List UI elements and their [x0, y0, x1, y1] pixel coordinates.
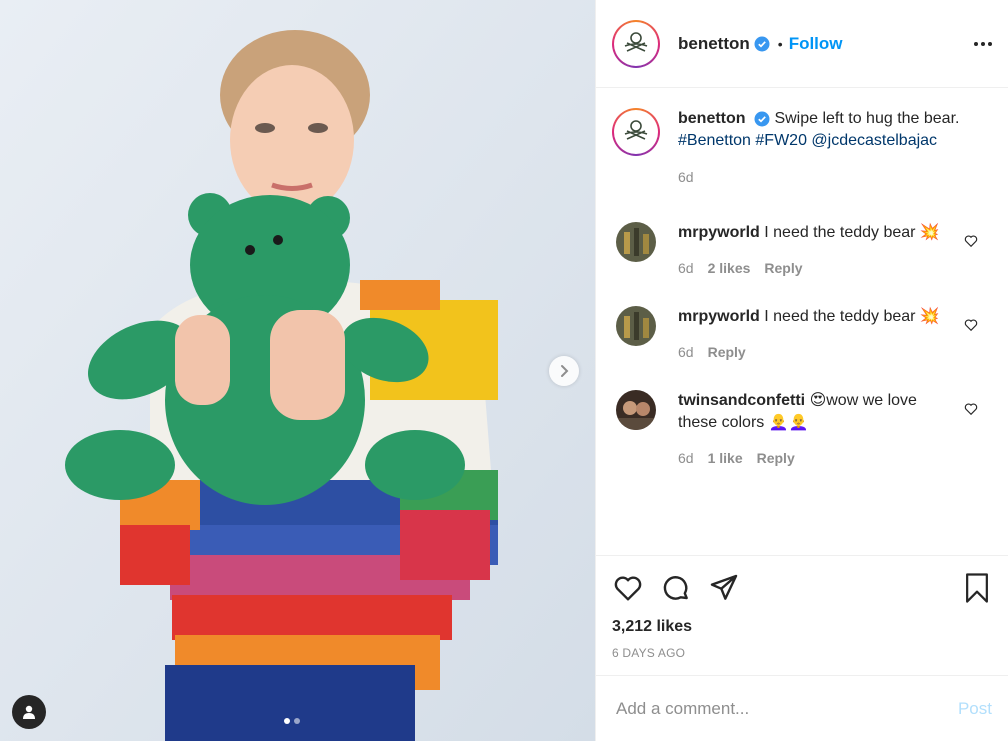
comments-list[interactable]: benetton Swipe left to hug the bear. #Be… — [596, 88, 1008, 555]
comment-item: mrpyworld I need the teddy bear 💥 6d 2 l… — [612, 222, 992, 279]
comment-time: 6d — [678, 450, 694, 466]
profile-avatar[interactable] — [612, 19, 660, 68]
comment-meta: 6d Reply — [678, 341, 948, 363]
reply-button[interactable]: Reply — [757, 447, 795, 469]
carousel-indicator — [284, 718, 300, 724]
user-icon — [23, 705, 35, 719]
post-photo — [0, 0, 595, 741]
comment-time: 6d — [678, 344, 694, 360]
follow-button[interactable]: Follow — [789, 34, 843, 54]
post-header: benetton • Follow — [596, 0, 1008, 88]
benetton-logo-icon — [614, 21, 658, 66]
instagram-post-view: benetton • Follow benetton Swipe left to… — [0, 0, 1008, 741]
caption-username[interactable]: benetton — [678, 110, 746, 127]
benetton-logo-icon — [614, 110, 658, 154]
comment-bubble-icon[interactable] — [660, 572, 692, 604]
save-bookmark-icon[interactable] — [962, 572, 992, 604]
add-comment-bar: Post — [596, 675, 1008, 741]
verified-badge-icon — [754, 36, 770, 51]
caption-hashtags[interactable]: #Benetton #FW20 @jcdecastelbajac — [678, 130, 968, 152]
comment-time: 6d — [678, 260, 694, 276]
reply-button[interactable]: Reply — [764, 257, 802, 279]
next-slide-button[interactable] — [549, 356, 579, 386]
like-comment-heart-icon[interactable] — [964, 318, 978, 332]
post-caption: benetton Swipe left to hug the bear. #Be… — [612, 108, 992, 188]
post-actions: 3,212 likes 6 DAYS AGO — [596, 555, 1008, 675]
reply-button[interactable]: Reply — [708, 341, 746, 363]
posted-time[interactable]: 6 DAYS AGO — [612, 646, 992, 660]
post-side-panel: benetton • Follow benetton Swipe left to… — [595, 0, 1008, 741]
chevron-right-icon — [561, 365, 569, 377]
comment-item: mrpyworld I need the teddy bear 💥 6d Rep… — [612, 306, 992, 363]
carousel-dot — [294, 718, 300, 724]
comment-username[interactable]: twinsandconfetti — [678, 392, 805, 409]
comment-likes[interactable]: 2 likes — [708, 257, 751, 279]
more-options-icon[interactable] — [974, 41, 992, 46]
tagged-users-button[interactable] — [12, 695, 46, 729]
verified-badge-icon — [754, 111, 770, 127]
caption-text: Swipe left to hug the bear. — [774, 110, 960, 127]
comment-likes[interactable]: 1 like — [708, 447, 743, 469]
like-heart-icon[interactable] — [612, 572, 644, 604]
header-separator: • — [777, 35, 783, 52]
comment-username[interactable]: mrpyworld — [678, 224, 760, 241]
like-comment-heart-icon[interactable] — [964, 234, 978, 248]
post-username[interactable]: benetton — [678, 34, 750, 54]
post-comment-button[interactable]: Post — [958, 699, 992, 719]
commenter-avatar[interactable] — [616, 306, 656, 346]
caption-avatar[interactable] — [612, 108, 660, 156]
comment-text: I need the teddy bear 💥 — [764, 308, 940, 325]
share-paper-plane-icon[interactable] — [708, 572, 740, 604]
comment-text: I need the teddy bear 💥 — [764, 224, 940, 241]
like-comment-heart-icon[interactable] — [964, 402, 978, 416]
post-media[interactable] — [0, 0, 595, 741]
comment-item: twinsandconfetti 😍wow we love these colo… — [612, 390, 992, 469]
comment-input[interactable] — [616, 698, 958, 719]
caption-time: 6d — [678, 169, 694, 185]
comment-meta: 6d 1 like Reply — [678, 447, 948, 469]
commenter-avatar[interactable] — [616, 222, 656, 262]
commenter-avatar[interactable] — [616, 390, 656, 430]
comment-meta: 6d 2 likes Reply — [678, 257, 948, 279]
comment-username[interactable]: mrpyworld — [678, 308, 760, 325]
likes-count[interactable]: 3,212 likes — [612, 618, 992, 636]
carousel-dot-active — [284, 718, 290, 724]
